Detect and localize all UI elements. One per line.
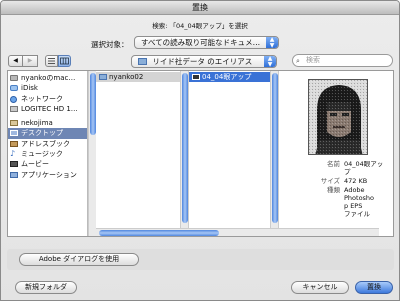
file-browser: nyankoのmac… iDisk ネットワーク LOGITEC HD 1… n… [7, 70, 394, 237]
location-popup-value: リイド社データ のエイリアス [152, 57, 253, 66]
folder-icon [99, 74, 107, 80]
desktop-icon [10, 130, 18, 137]
sidebar-item-label: アドレスブック [21, 139, 70, 148]
new-folder-button[interactable]: 新規フォルダ [15, 281, 77, 294]
sidebar-item-addressbook[interactable]: アドレスブック [8, 139, 87, 149]
horizontal-scroll-thumb[interactable] [99, 230, 219, 236]
browser-column-1: nyanko02 ▶ [96, 71, 189, 236]
sidebar-item-logitec[interactable]: LOGITEC HD 1… [8, 104, 87, 114]
search-field[interactable]: ⌕ 検索 [292, 54, 393, 67]
folder-icon [138, 58, 147, 65]
column-view-button[interactable] [58, 55, 71, 67]
sidebar-item-applications[interactable]: アプリケーション [8, 170, 87, 180]
sidebar-item-label: LOGITEC HD 1… [21, 104, 78, 113]
back-button[interactable]: ◀ [8, 55, 23, 67]
preview-size-value: 472 KB [344, 177, 368, 185]
sidebar-item-home[interactable]: nekojima [8, 118, 87, 128]
dialog-options-bar: Adobe ダイアログを使用 [7, 249, 394, 270]
search-placeholder: 検索 [306, 56, 320, 64]
list-item-label: 04_04眼アップ [202, 73, 252, 81]
sidebar-item-label: iDisk [21, 84, 38, 93]
preview-name-key: 名前 [327, 160, 340, 168]
list-item[interactable]: nyanko02 ▶ [96, 72, 188, 82]
preview-size-key: サイズ [320, 177, 340, 185]
movie-icon [10, 161, 18, 168]
list-item-label: nyanko02 [109, 73, 144, 81]
preview-kind-line: Photosho [344, 194, 375, 202]
target-label: 選択対象： [91, 40, 129, 49]
applications-icon [10, 171, 18, 178]
column-view-icon [60, 57, 69, 65]
popup-arrows-icon: ▲ ▼ [266, 37, 278, 48]
sidebar-item-network[interactable]: ネットワーク [8, 94, 87, 104]
cancel-button[interactable]: キャンセル [291, 281, 349, 294]
column-2-scroll-thumb[interactable] [272, 73, 278, 223]
network-globe-icon [10, 95, 17, 103]
title-bar[interactable]: 置換 [1, 1, 399, 15]
file-preview-image [308, 79, 368, 155]
back-arrow-icon: ◀ [13, 57, 18, 64]
sidebar-item-music[interactable]: ♪ ミュージック [8, 149, 87, 159]
sidebar-item-label: ムービー [21, 160, 49, 169]
sidebar-item-movies[interactable]: ムービー [8, 159, 87, 169]
preview-kind-line: Adobe [344, 186, 365, 194]
sidebar-item-label: ミュージック [21, 150, 63, 159]
image-file-icon [192, 74, 200, 80]
hard-disk-icon [10, 75, 18, 81]
target-popup[interactable]: すべての読み取り可能なドキュメ… ▲ ▼ [134, 36, 279, 49]
dialog-subtitle: 検索: 「04_04眼アップ」を選択 [152, 22, 248, 30]
replace-button[interactable]: 置換 [355, 281, 393, 294]
sidebar: nyankoのmac… iDisk ネットワーク LOGITEC HD 1… n… [8, 71, 88, 236]
music-icon: ♪ [10, 149, 16, 159]
sidebar-item-label: アプリケーション [21, 170, 77, 179]
replace-dialog-window: 置換 検索: 「04_04眼アップ」を選択 選択対象： すべての読み取り可能なド… [0, 0, 400, 301]
column-1-scroll-thumb[interactable] [182, 73, 188, 223]
sidebar-scrollbar[interactable] [88, 71, 96, 236]
list-view-icon [48, 58, 55, 64]
sidebar-item-label: nekojima [21, 119, 53, 128]
address-book-icon [10, 140, 18, 147]
column-1-scrollbar[interactable] [180, 71, 188, 236]
column-2-scrollbar[interactable] [270, 71, 278, 236]
popup-arrows-icon: ▲ ▼ [264, 56, 276, 67]
horizontal-scrollbar[interactable] [96, 228, 379, 236]
browser-column-2: 04_04眼アップ [189, 71, 279, 236]
preview-kind-line: ファイル [344, 210, 370, 218]
preview-kind-key: 種類 [327, 186, 340, 194]
target-popup-value: すべての読み取り可能なドキュメ… [141, 38, 261, 47]
sidebar-item-idisk[interactable]: iDisk [8, 83, 87, 93]
sidebar-item-label: nyankoのmac… [21, 74, 76, 82]
preview-kind-line: p EPS [344, 202, 363, 210]
search-icon: ⌕ [296, 57, 300, 65]
forward-arrow-icon: ▶ [27, 57, 33, 64]
external-disk-icon [10, 105, 18, 112]
sidebar-item-desktop[interactable]: デスクトップ [8, 128, 87, 139]
forward-button[interactable]: ▶ [23, 55, 38, 67]
use-adobe-dialog-button[interactable]: Adobe ダイアログを使用 [19, 253, 139, 266]
list-item[interactable]: 04_04眼アップ [189, 72, 278, 82]
sidebar-item-label: ネットワーク [21, 94, 63, 103]
home-icon [10, 120, 18, 127]
list-view-button[interactable] [45, 55, 58, 67]
window-title: 置換 [192, 3, 208, 12]
idisk-icon [10, 85, 18, 92]
location-popup[interactable]: リイド社データ のエイリアス ▲ ▼ [131, 55, 277, 68]
sidebar-item-label: デスクトップ [21, 129, 63, 138]
preview-name-value: 04_04眼アップ [344, 160, 384, 176]
sidebar-item-mac-hd[interactable]: nyankoのmac… [8, 73, 87, 83]
